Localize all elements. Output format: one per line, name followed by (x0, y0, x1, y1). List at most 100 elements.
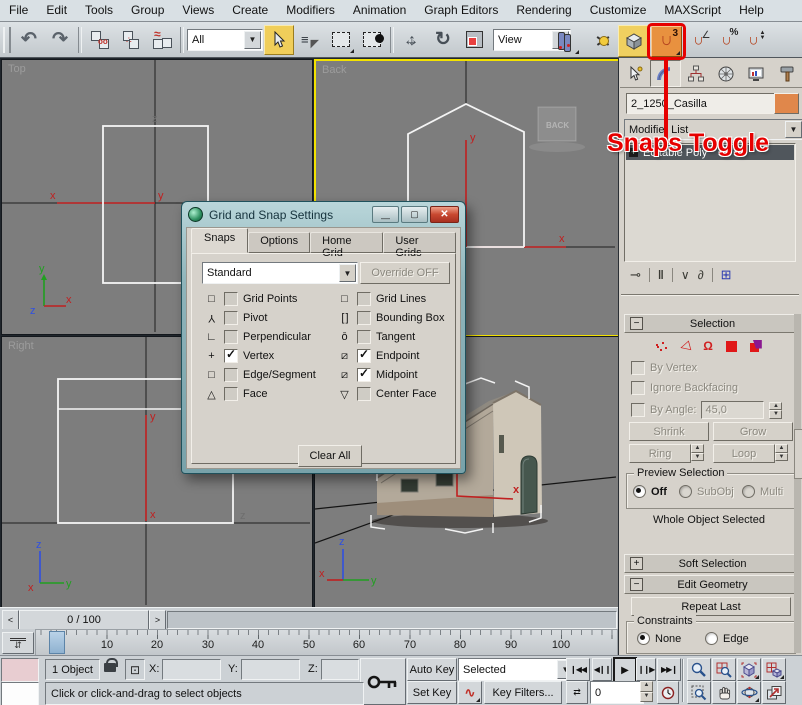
panel-scrollbar-thumb[interactable] (794, 429, 802, 479)
spinner-up-icon[interactable]: ▲ (640, 681, 653, 692)
spinner-up-icon[interactable]: ▲ (691, 444, 704, 453)
clear-all-button[interactable]: Clear All (298, 445, 362, 467)
grid-snap-dialog[interactable]: Grid and Snap Settings — ▢ ✕ Snaps Optio… (181, 201, 466, 474)
go-to-start-button[interactable]: ❙◀◀ (566, 658, 590, 681)
zoom-extents-all-button[interactable] (762, 658, 786, 681)
maxscript-mini-listener-pink[interactable] (1, 658, 39, 682)
menu-views[interactable]: Views (173, 0, 223, 21)
time-slider-track[interactable] (167, 611, 617, 629)
pivot-checkbox[interactable] (224, 311, 238, 325)
by-angle-spinner[interactable]: ▲▼ (769, 402, 782, 419)
time-slider-next-button[interactable]: > (149, 610, 166, 630)
object-name-field[interactable]: 2_1250_Casilla (626, 93, 776, 114)
menu-animation[interactable]: Animation (344, 0, 415, 21)
key-filters-button[interactable]: Key Filters... (484, 681, 562, 704)
menu-edit[interactable]: Edit (37, 0, 76, 21)
spinner-up-icon[interactable]: ▲ (775, 444, 788, 453)
by-angle-checkbox[interactable] (631, 403, 645, 417)
select-object-button[interactable] (264, 25, 294, 55)
element-subobject-icon[interactable] (750, 340, 763, 353)
vertex-subobject-icon[interactable] (655, 340, 667, 352)
rectangular-selection-region-button[interactable] (326, 25, 356, 55)
tab-hierarchy[interactable] (681, 60, 711, 87)
angle-snap-toggle[interactable]: ∩∠ (684, 27, 712, 56)
select-and-link-button[interactable]: oo (85, 25, 115, 55)
z-field[interactable] (321, 659, 359, 680)
x-field[interactable] (162, 659, 221, 680)
track-bar-frame-marker[interactable] (49, 631, 65, 654)
tab-create[interactable] (620, 60, 650, 87)
menu-tools[interactable]: Tools (76, 0, 122, 21)
make-unique-icon[interactable]: ∨ (681, 268, 690, 282)
spinner-down-icon[interactable]: ▼ (769, 410, 782, 419)
soft-selection-rollout-header[interactable]: +Soft Selection (624, 554, 796, 573)
menu-modifiers[interactable]: Modifiers (277, 0, 344, 21)
menu-rendering[interactable]: Rendering (507, 0, 580, 21)
modifier-stack[interactable]: + Editable Poly (624, 143, 796, 262)
vertex-checkbox[interactable] (224, 349, 238, 363)
override-off-button[interactable]: Override OFF (360, 262, 450, 284)
preview-multi-radio[interactable] (742, 485, 755, 498)
remove-modifier-icon[interactable]: ∂ (698, 268, 704, 282)
snaps-toggle-button[interactable]: ∩ 3 (651, 26, 682, 57)
tab-display[interactable] (741, 60, 771, 87)
track-bar-ruler[interactable]: 0 10 20 30 40 50 60 70 80 90 100 (35, 629, 618, 656)
maximize-button[interactable]: ▢ (401, 206, 428, 223)
play-button[interactable]: ▶ (613, 657, 637, 684)
minimize-button[interactable]: — (372, 206, 399, 223)
unlink-button[interactable]: ∴ (116, 25, 146, 55)
tab-home-grid[interactable]: Home Grid (310, 232, 383, 253)
close-button[interactable]: ✕ (430, 206, 459, 223)
spinner-snap-toggle[interactable]: ∩▲▼ (739, 27, 767, 56)
object-color-swatch[interactable] (774, 93, 799, 114)
spinner-up-icon[interactable]: ▲ (769, 402, 782, 411)
selection-rollout-header[interactable]: −Selection (624, 314, 796, 333)
select-by-name-button[interactable]: ≡◤ (295, 25, 325, 55)
bind-to-space-warp-button[interactable]: ≈ (147, 25, 177, 55)
grid-points-checkbox[interactable] (224, 292, 238, 306)
time-slider-handle[interactable]: 0 / 100 (19, 610, 149, 630)
select-and-rotate-button[interactable]: ↻ (428, 25, 458, 55)
spinner-down-icon[interactable]: ▼ (640, 692, 653, 703)
percent-snap-toggle[interactable]: ∩% (712, 27, 740, 56)
shrink-button[interactable]: Shrink (629, 422, 709, 441)
time-slider-prev-button[interactable]: < (2, 610, 19, 630)
tab-motion[interactable] (711, 60, 741, 87)
dialog-titlebar[interactable]: Grid and Snap Settings — ▢ ✕ (182, 202, 465, 227)
repeat-last-button[interactable]: Repeat Last (631, 597, 791, 616)
select-and-manipulate-button[interactable] (588, 26, 618, 56)
menu-graph-editors[interactable]: Graph Editors (415, 0, 507, 21)
tangent-checkbox[interactable] (357, 330, 371, 344)
undo-button[interactable]: ↶ (14, 25, 44, 55)
grid-lines-checkbox[interactable] (357, 292, 371, 306)
maximize-viewport-toggle[interactable] (762, 681, 786, 704)
spinner-down-icon[interactable]: ▼ (775, 453, 788, 462)
time-configuration-button[interactable] (657, 681, 679, 704)
tab-snaps[interactable]: Snaps (191, 228, 248, 253)
menu-create[interactable]: Create (223, 0, 277, 21)
grow-button[interactable]: Grow (713, 422, 793, 441)
configure-modifier-sets-icon[interactable]: ⊞ (721, 267, 732, 283)
zoom-extents-button[interactable] (737, 658, 761, 681)
center-face-checkbox[interactable] (357, 387, 371, 401)
loop-button[interactable]: Loop (713, 444, 775, 463)
tab-options[interactable]: Options (248, 232, 310, 253)
edge-subobject-icon[interactable]: ◁ (678, 337, 692, 355)
frame-spinner[interactable]: ▲▼ (640, 681, 653, 702)
pan-button[interactable] (712, 681, 736, 704)
maxscript-mini-listener-white[interactable] (1, 682, 39, 705)
pin-stack-icon[interactable]: ⊸ (630, 267, 641, 283)
midpoint-checkbox[interactable] (357, 368, 371, 382)
show-end-result-icon[interactable]: ‖ (658, 268, 664, 282)
tab-utilities[interactable] (772, 60, 802, 87)
preview-off-radio[interactable] (633, 485, 646, 498)
bounding-box-checkbox[interactable] (357, 311, 371, 325)
next-frame-button[interactable]: ❙❙▶ (636, 658, 656, 681)
set-key-button[interactable]: Set Key (407, 681, 457, 704)
selection-set-dropdown[interactable]: Selected ▼ (458, 658, 576, 681)
auto-key-button[interactable]: Auto Key (407, 658, 457, 681)
endpoint-checkbox[interactable] (357, 349, 371, 363)
selection-filter-dropdown[interactable]: All ▼ (187, 29, 263, 51)
constraint-edge-radio[interactable] (705, 632, 718, 645)
zoom-button[interactable] (687, 658, 711, 681)
